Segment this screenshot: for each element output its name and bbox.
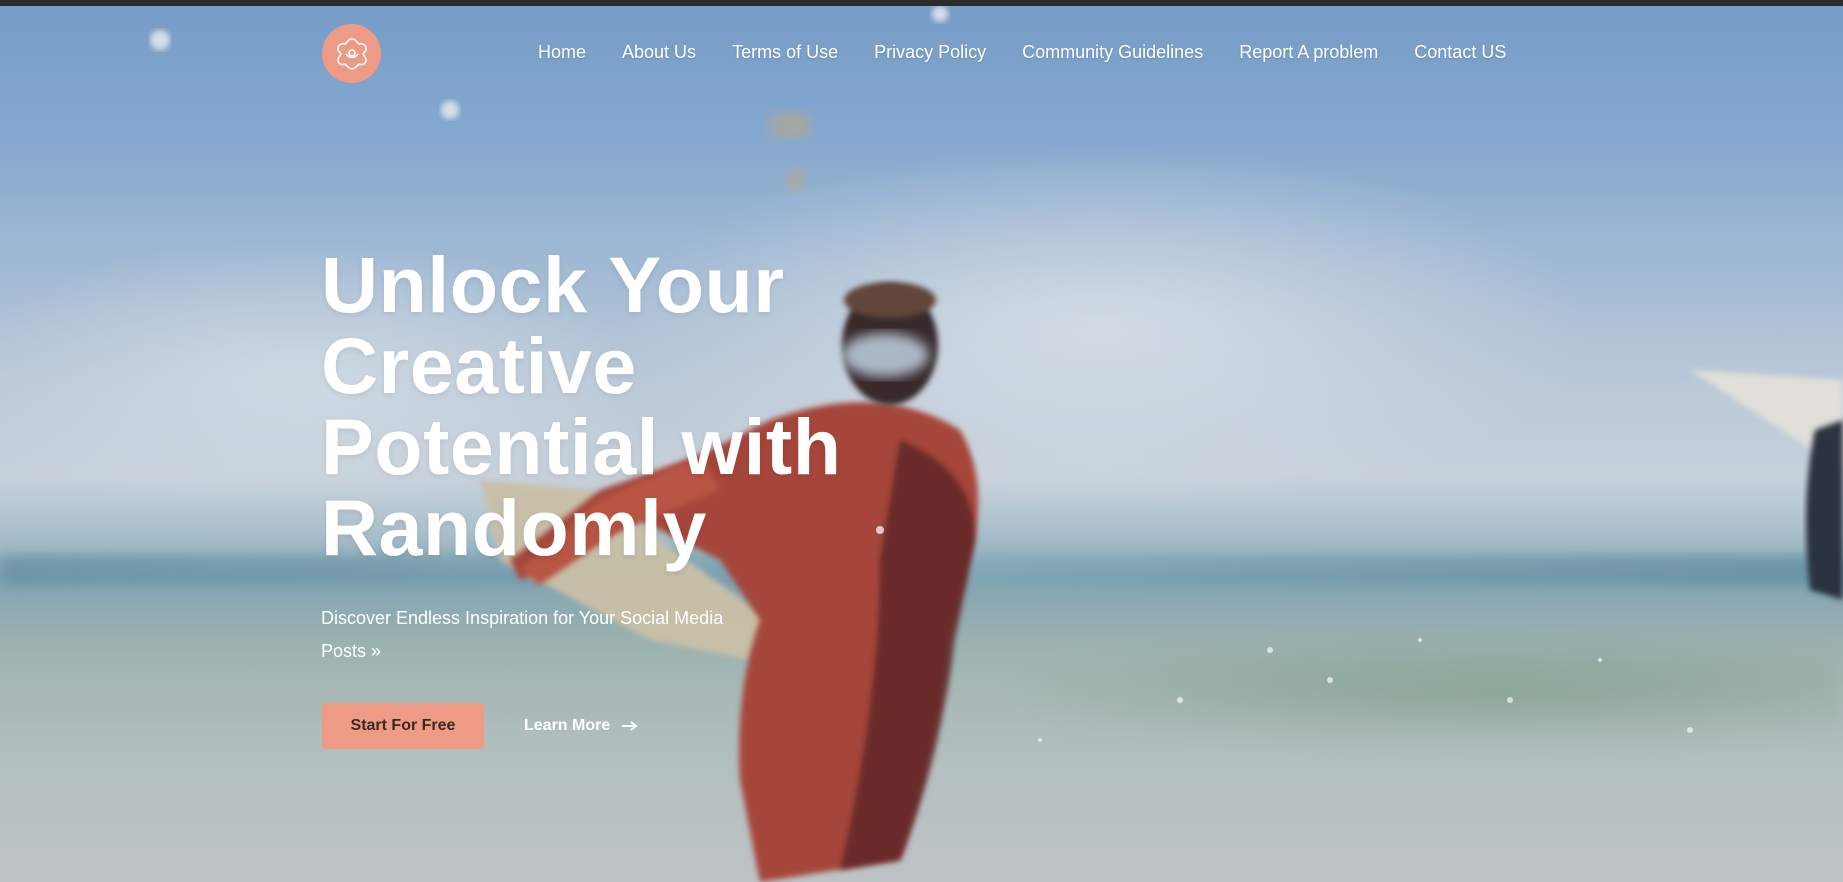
headline-line: Unlock Your (321, 240, 785, 329)
nav-report-a-problem[interactable]: Report A problem (1239, 42, 1378, 63)
start-for-free-button[interactable]: Start For Free (322, 703, 484, 749)
site-logo[interactable] (322, 24, 381, 83)
hero-content: Unlock Your Creative Potential with Rand… (321, 244, 941, 668)
headline-line: Creative (321, 321, 637, 410)
hero-headline: Unlock Your Creative Potential with Rand… (321, 244, 941, 568)
nav-about-us[interactable]: About Us (622, 42, 696, 63)
nav-links: Home About Us Terms of Use Privacy Polic… (538, 42, 1506, 63)
nav-home[interactable]: Home (538, 42, 586, 63)
main-navigation: Home About Us Terms of Use Privacy Polic… (0, 20, 1843, 86)
flower-icon (336, 37, 367, 70)
nav-privacy-policy[interactable]: Privacy Policy (874, 42, 986, 63)
headline-line: Randomly (321, 483, 707, 572)
hero-subtitle[interactable]: Discover Endless Inspiration for Your So… (321, 602, 741, 668)
headline-line: Potential with (321, 402, 842, 491)
learn-more-label: Learn More (524, 717, 611, 734)
learn-more-button[interactable]: Learn More (524, 717, 638, 735)
landing-page: Home About Us Terms of Use Privacy Polic… (0, 0, 1843, 882)
nav-community-guidelines[interactable]: Community Guidelines (1022, 42, 1203, 63)
arrow-right-icon (622, 721, 638, 731)
top-bar (0, 0, 1843, 6)
nav-contact-us[interactable]: Contact US (1414, 42, 1506, 63)
hero-cta-row: Start For Free Learn More (322, 703, 638, 749)
nav-terms-of-use[interactable]: Terms of Use (732, 42, 838, 63)
